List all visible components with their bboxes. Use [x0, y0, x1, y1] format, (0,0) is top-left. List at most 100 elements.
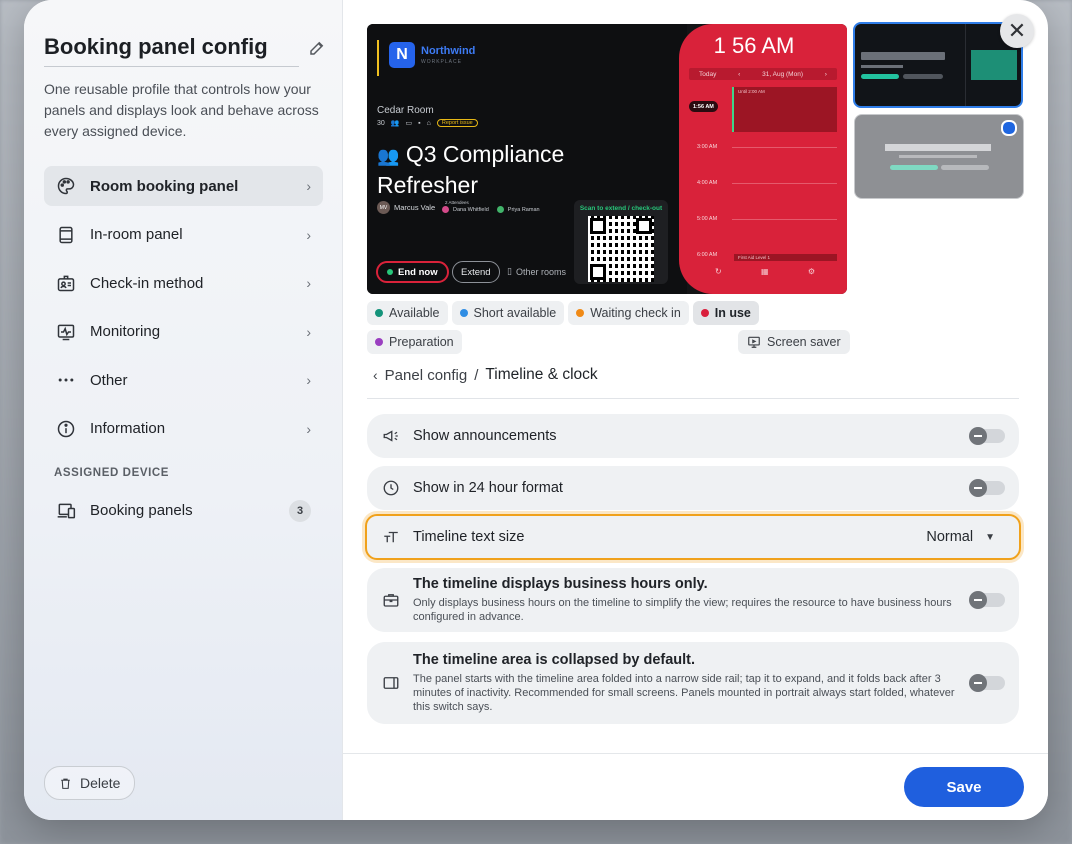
next-event-block: First Aid Level 1	[734, 254, 837, 261]
status-chip-label: Waiting check in	[590, 306, 681, 320]
today-button[interactable]: Today	[699, 71, 716, 78]
sidebar-item-label: Booking panels	[90, 502, 193, 519]
people-icon: 👥	[390, 120, 400, 127]
config-title[interactable]: Booking panel config	[44, 34, 299, 67]
refresh-icon[interactable]: ↻	[715, 267, 722, 276]
extend-button[interactable]: Extend	[452, 261, 500, 283]
layout-radio-icon[interactable]	[1001, 120, 1017, 136]
next-day-icon[interactable]: ›	[825, 71, 827, 78]
chevron-right-icon: ›	[306, 226, 311, 243]
setting-description: The panel starts with the timeline area …	[413, 673, 955, 713]
organizer: MV Marcus Vale	[377, 201, 435, 214]
sidebar: Booking panel config One reusable profil…	[24, 0, 343, 820]
attendee-name: Dana Whitfield	[453, 206, 489, 213]
divider	[367, 398, 1019, 399]
report-issue-button[interactable]: Report issue	[436, 119, 478, 127]
clock-icon	[381, 478, 401, 498]
end-now-button[interactable]: End now	[376, 261, 449, 283]
end-now-label: End now	[398, 266, 438, 278]
room-amenities: 30 👥 ▭ ▪ ⌂ Report issue	[377, 119, 478, 127]
chevron-left-icon[interactable]: ‹	[373, 367, 378, 383]
setting-show-announcements: Show announcements	[367, 414, 1019, 458]
chevron-right-icon: ›	[306, 372, 311, 388]
caret-down-icon[interactable]: ▼	[985, 532, 995, 543]
attendee-name: Priya Raman	[507, 206, 540, 213]
sidebar-nav: Room booking panel › In-room panel › Che…	[44, 166, 323, 449]
brand-name: Northwind	[421, 45, 476, 57]
trash-icon	[61, 778, 70, 789]
sidebar-item-other[interactable]: Other ›	[44, 360, 323, 400]
room-name: Cedar Room	[377, 105, 434, 116]
breadcrumb-current: Timeline & clock	[485, 366, 598, 383]
more-dots-icon	[56, 370, 76, 390]
save-button[interactable]: Save	[904, 767, 1024, 807]
hour-line	[732, 147, 837, 148]
sidebar-item-label: Room booking panel	[90, 177, 239, 195]
config-description: One reusable profile that controls how y…	[44, 81, 319, 139]
pencil-icon[interactable]	[308, 39, 326, 57]
info-icon	[56, 419, 76, 439]
palette-icon	[56, 176, 76, 196]
breadcrumb-parent[interactable]: Panel config	[385, 367, 468, 384]
setting-text: The timeline area is collapsed by defaul…	[413, 652, 955, 714]
sidebar-item-booking-panels[interactable]: Booking panels 3	[44, 491, 323, 531]
delete-label: Delete	[80, 775, 121, 791]
text-size-icon	[381, 527, 401, 547]
status-dot	[387, 269, 393, 275]
setting-timeline-text-size[interactable]: Timeline text size Normal ▼	[365, 514, 1021, 560]
settings-icon[interactable]: ⚙	[808, 267, 815, 276]
text-size-select[interactable]: Normal	[926, 529, 973, 545]
next-event-title: First Aid Level 1	[738, 255, 771, 260]
close-button[interactable]: ✕	[1000, 14, 1034, 48]
panel-preview: N Northwind WORKPLACE Cedar Room 30 👥 ▭ …	[367, 24, 847, 294]
hour-line	[732, 219, 837, 220]
calendar-icon[interactable]: ▦	[761, 267, 769, 276]
qr-code	[588, 216, 654, 282]
sidebar-item-in-room-panel[interactable]: In-room panel ›	[44, 215, 323, 255]
title-row: Booking panel config	[44, 34, 326, 67]
devices-icon	[56, 501, 76, 521]
organizer-avatar: MV	[377, 201, 390, 214]
screen-saver-label: Screen saver	[767, 335, 841, 349]
announcements-toggle[interactable]	[969, 427, 1005, 445]
business-hours-toggle[interactable]	[969, 591, 1005, 609]
24-hour-toggle[interactable]	[969, 479, 1005, 497]
device-count-badge: 3	[289, 499, 311, 522]
layout-option-landscape[interactable]	[853, 22, 1023, 108]
sidebar-item-information[interactable]: Information ›	[44, 409, 323, 449]
status-dot	[576, 309, 585, 317]
chevron-right-icon: ›	[306, 420, 311, 437]
setting-business-hours-only: The timeline displays business hours onl…	[367, 568, 1019, 632]
display-icon: ▭	[405, 120, 413, 127]
layout-option-minimal[interactable]	[854, 114, 1024, 199]
preview-left-pane: N Northwind WORKPLACE Cedar Room 30 👥 ▭ …	[367, 24, 687, 294]
sidebar-item-monitoring[interactable]: Monitoring ›	[44, 312, 323, 352]
status-chip-short-available[interactable]: Short available	[451, 301, 565, 325]
prev-day-icon[interactable]: ‹	[738, 71, 740, 78]
capacity-value: 30	[377, 119, 385, 127]
time-label: 5:00 AM	[697, 216, 718, 222]
assigned-device-heading: ASSIGNED DEVICE	[54, 466, 170, 479]
attendees: Dana Whitfield Priya Raman	[442, 206, 540, 213]
meeting-title: 👥 Q3 Compliance Refresher	[377, 140, 587, 200]
delete-button[interactable]: Delete	[44, 766, 136, 800]
sidebar-item-label: In-room panel	[90, 226, 183, 243]
megaphone-icon	[381, 426, 401, 446]
rooms-icon: ▯	[507, 266, 512, 276]
setting-24-hour-format: Show in 24 hour format	[367, 466, 1019, 510]
status-chip-in-use[interactable]: In use	[692, 301, 759, 325]
breadcrumb-separator: /	[474, 366, 479, 384]
status-chip-available[interactable]: Available	[367, 301, 448, 325]
other-rooms-label: Other rooms	[515, 266, 566, 277]
attendees-label: 2 Attendees	[445, 200, 469, 205]
hour-line	[732, 183, 837, 184]
status-chip-preparation[interactable]: Preparation	[367, 330, 462, 354]
screen-saver-button[interactable]: Screen saver	[738, 330, 850, 354]
sidebar-item-room-booking-panel[interactable]: Room booking panel ›	[44, 166, 323, 206]
close-icon: ✕	[1007, 18, 1027, 43]
collapsed-toggle[interactable]	[969, 674, 1005, 692]
status-dot	[375, 338, 383, 346]
sidebar-item-check-in-method[interactable]: Check-in method ›	[44, 263, 323, 303]
status-chip-waiting-check-in[interactable]: Waiting check in	[568, 301, 689, 325]
other-rooms-link[interactable]: ▯ Other rooms	[507, 266, 566, 277]
